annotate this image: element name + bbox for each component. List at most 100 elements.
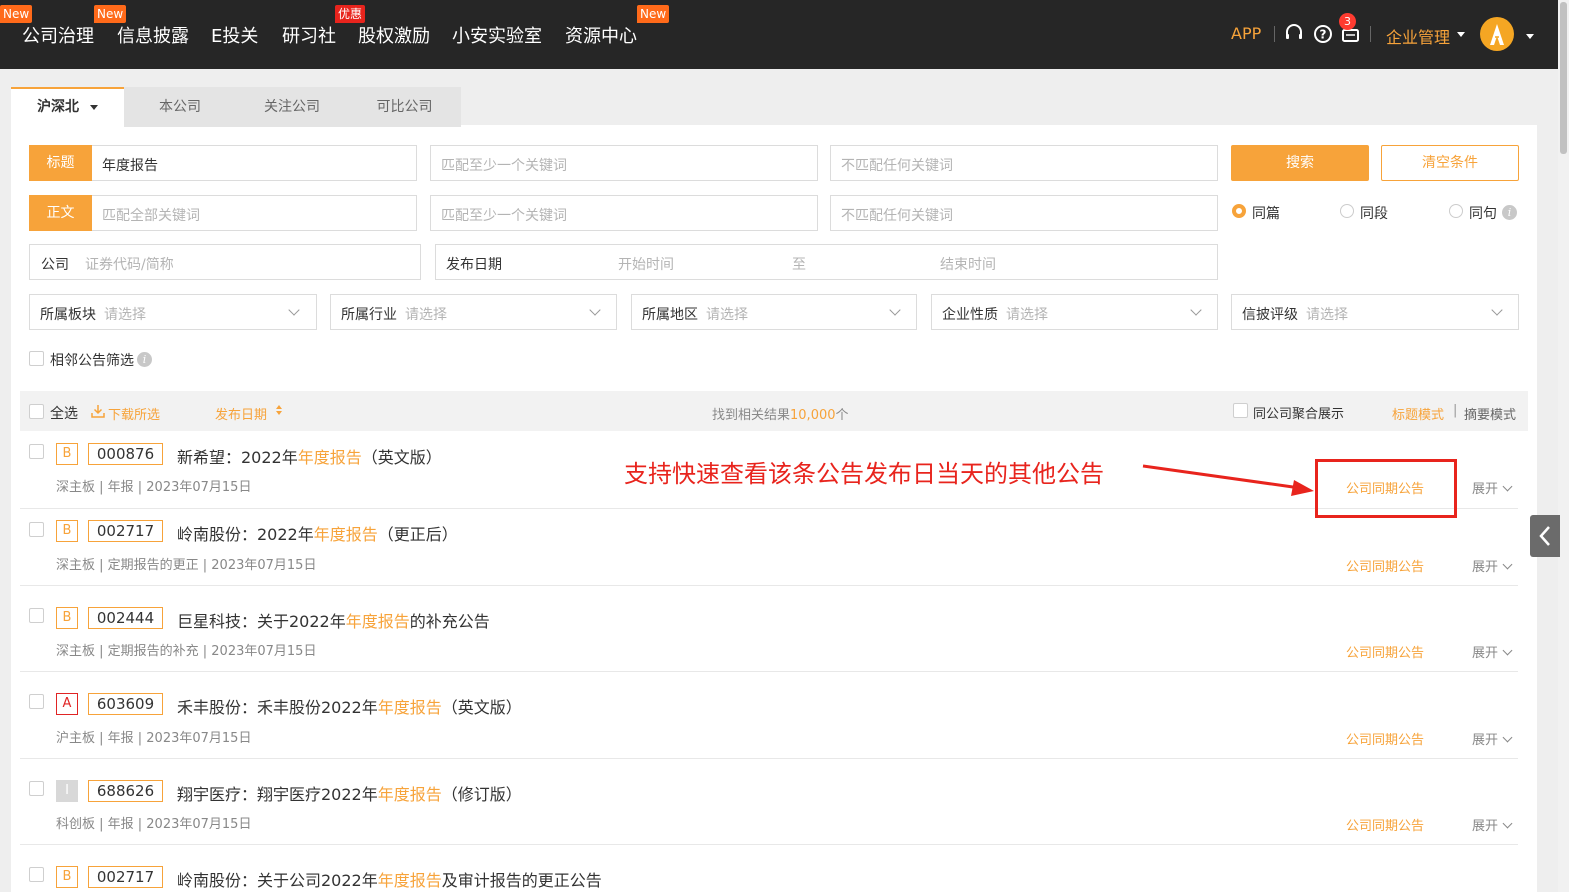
result-title-link[interactable]: 巨星科技：关于2022年年度报告的补充公告 [177,608,490,632]
body-any-keyword-input[interactable]: 匹配至少一个关键词 [430,195,818,231]
result-title-link[interactable]: 新希望：2022年年度报告（英文版） [177,444,442,468]
search-button[interactable]: 搜索 [1231,145,1369,181]
adjacent-label: 相邻公告筛选 [50,353,134,369]
scrollbar-thumb[interactable] [1560,2,1567,154]
nav-item-lab[interactable]: 小安实验室 [452,22,542,48]
promo-badge: 优惠 [335,5,366,23]
end-date-placeholder[interactable]: 结束时间 [940,254,996,274]
same-day-announcements-link[interactable]: 公司同期公告 [1346,815,1424,834]
placeholder: 匹配全部关键词 [102,208,200,224]
same-day-announcements-link[interactable]: 公司同期公告 [1346,642,1424,661]
title-text: 禾丰股份：禾丰股份2022年 [177,698,378,717]
headset-icon[interactable] [1283,22,1305,44]
rating-badge: A [56,693,78,715]
stock-code[interactable]: 002717 [88,866,163,888]
same-day-announcements-link[interactable]: 公司同期公告 [1346,729,1424,748]
chevron-down-icon [1491,304,1503,316]
nav-item-equity-incentive[interactable]: 股权激励 [358,22,430,48]
row-checkbox[interactable] [29,867,44,882]
row-checkbox[interactable] [29,694,44,709]
result-title-link[interactable]: 岭南股份：2022年年度报告（更正后） [177,521,458,545]
side-panel-toggle[interactable] [1530,515,1560,557]
expand-button[interactable]: 展开 [1472,642,1513,661]
row-divider [20,671,1518,672]
adjacent-checkbox[interactable] [29,351,44,366]
expand-button[interactable]: 展开 [1472,478,1513,497]
row-checkbox[interactable] [29,444,44,459]
date-range-input[interactable]: 发布日期 开始时间 至 结束时间 [435,244,1218,280]
tab-followed[interactable]: 关注公司 [236,87,348,127]
summary-mode-button[interactable]: 摘要模式 [1464,404,1516,423]
rating-badge: B [56,443,78,465]
scope-label: 同段 [1360,206,1388,222]
body-keyword-field[interactable]: 正文 匹配全部关键词 [29,195,417,231]
stock-code[interactable]: 603609 [88,693,163,715]
title-mode-button[interactable]: 标题模式 [1392,404,1444,423]
nav-item-disclosure[interactable]: 信息披露 [117,22,189,48]
row-divider [20,758,1518,759]
new-badge: New [0,5,33,23]
filter-rating-select[interactable]: 信披评级 请选择 [1231,294,1519,330]
filter-ownership-select[interactable]: 企业性质 请选择 [931,294,1218,330]
tab-own-company[interactable]: 本公司 [124,87,236,127]
title-text: （英文版） [361,448,442,467]
select-all-checkbox[interactable] [29,404,44,419]
row-checkbox[interactable] [29,608,44,623]
title-text: 岭南股份：2022年 [177,525,314,544]
merge-company-checkbox[interactable] [1233,403,1248,418]
filter-board-select[interactable]: 所属板块 请选择 [29,294,317,330]
info-icon[interactable]: i [137,352,152,367]
date-label: 发布日期 [446,257,502,273]
result-count-suffix: 个 [835,408,849,423]
title-exclude-keyword-input[interactable]: 不匹配任何关键词 [830,145,1218,181]
app-link[interactable]: APP [1231,24,1261,43]
expand-button[interactable]: 展开 [1472,815,1513,834]
nav-item-resources[interactable]: 资源中心 [565,22,637,48]
result-title-link[interactable]: 岭南股份：关于公司2022年年度报告及审计报告的更正公告 [177,867,602,891]
title-tag[interactable]: 标题 [29,145,92,181]
select-all-label[interactable]: 全选 [50,403,78,423]
body-exclude-keyword-input[interactable]: 不匹配任何关键词 [830,195,1218,231]
annotation-text: 支持快速查看该条公告发布日当天的其他公告 [624,460,1104,488]
stock-code[interactable]: 002444 [88,607,163,629]
same-day-announcements-link[interactable]: 公司同期公告 [1346,556,1424,575]
avatar[interactable] [1480,17,1514,51]
clear-conditions-button[interactable]: 清空条件 [1381,145,1519,181]
corp-mgmt-menu[interactable]: 企业管理 [1386,24,1450,48]
chevron-down-icon [589,304,601,316]
company-input[interactable]: 公司 证券代码/简称 [29,244,421,280]
expand-button[interactable]: 展开 [1472,556,1513,575]
result-meta: 深主板 | 定期报告的补充 | 2023年07月15日 [56,644,317,659]
start-date-placeholder[interactable]: 开始时间 [618,254,674,274]
result-meta: 科创板 | 年报 | 2023年07月15日 [56,817,252,832]
nav-item-governance[interactable]: 公司治理 [22,22,94,48]
scope-radio-same-paragraph[interactable] [1340,204,1354,218]
body-tag[interactable]: 正文 [29,195,92,231]
nav-item-academy[interactable]: 研习社 [282,22,336,48]
tab-sh-sz-bj[interactable]: 沪深北 [11,87,124,127]
row-checkbox[interactable] [29,781,44,796]
stock-code[interactable]: 688626 [88,780,163,802]
sort-icon[interactable] [275,402,283,421]
stock-code[interactable]: 002717 [88,520,163,542]
expand-button[interactable]: 展开 [1472,729,1513,748]
scope-radio-same-sentence[interactable] [1449,204,1463,218]
row-checkbox[interactable] [29,522,44,537]
tab-comparable[interactable]: 可比公司 [348,87,461,127]
scope-radio-same-article[interactable] [1232,204,1246,218]
download-selected-button[interactable]: 下载所选 [108,404,160,423]
filter-region-select[interactable]: 所属地区 请选择 [631,294,917,330]
result-title-link[interactable]: 禾丰股份：禾丰股份2022年年度报告（英文版） [177,694,522,718]
info-icon[interactable]: i [1502,205,1517,220]
nav-item-e-ir[interactable]: E投关 [211,22,258,48]
title-any-keyword-input[interactable]: 匹配至少一个关键词 [430,145,818,181]
title-highlight: 年度报告 [313,525,378,544]
download-icon[interactable] [91,403,105,422]
result-title-link[interactable]: 翔宇医疗：翔宇医疗2022年年度报告（修订版） [177,781,522,805]
chevron-down-icon[interactable] [1526,34,1534,39]
title-keyword-field[interactable]: 标题 年度报告 [29,145,417,181]
stock-code[interactable]: 000876 [88,443,163,465]
filter-industry-select[interactable]: 所属行业 请选择 [330,294,617,330]
sort-by-date-button[interactable]: 发布日期 [215,404,267,423]
help-icon[interactable]: ? [1312,22,1334,44]
